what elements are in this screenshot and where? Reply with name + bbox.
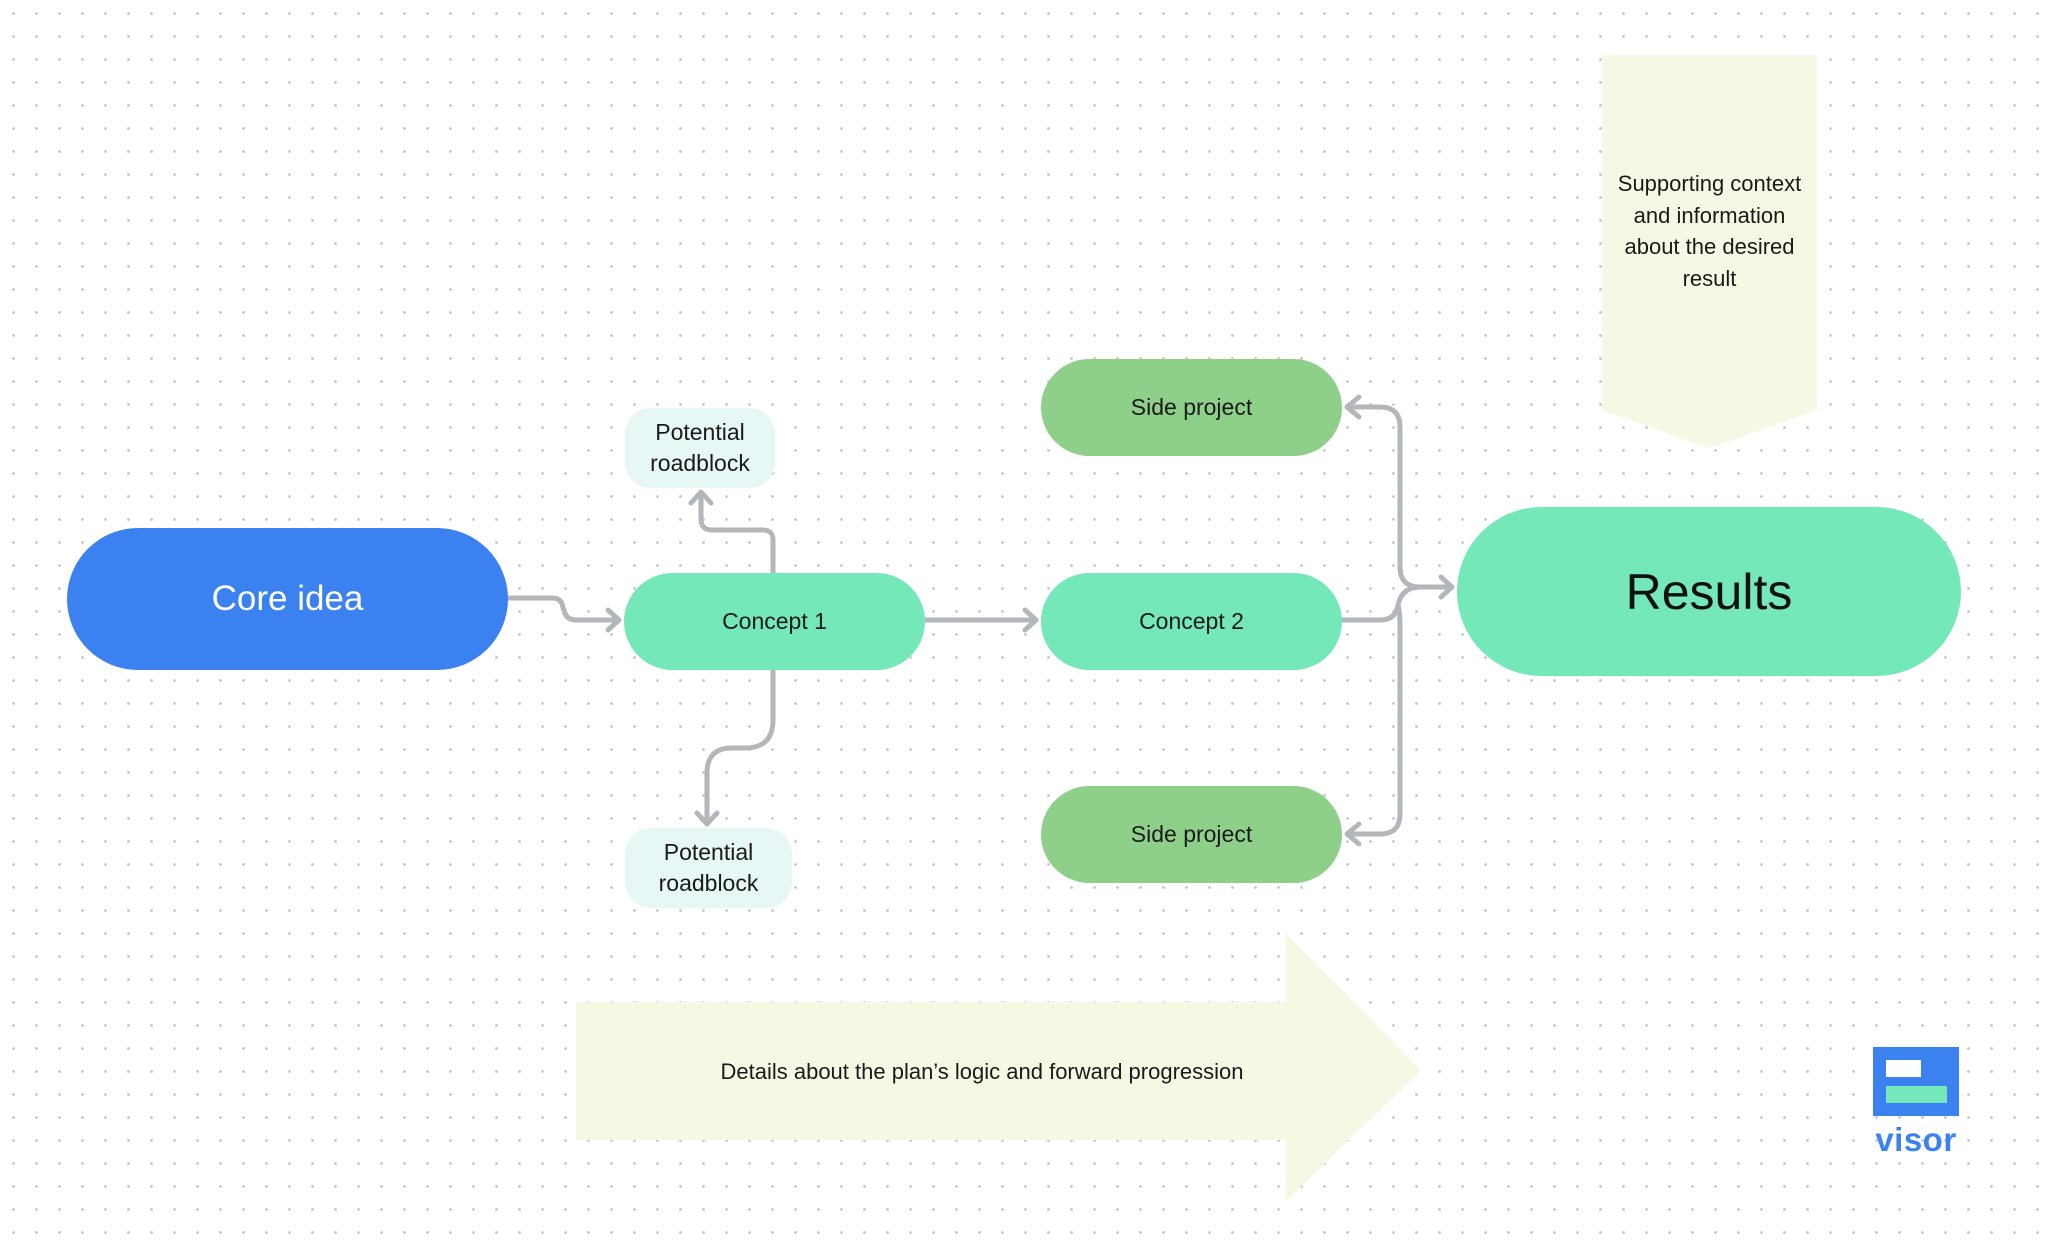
visor-logo-text: visor bbox=[1875, 1121, 1957, 1158]
roadblock-top-line1: Potential bbox=[655, 419, 745, 445]
context-banner-text[interactable]: Supporting context and information about… bbox=[1602, 168, 1817, 294]
context-line: Supporting context bbox=[1617, 171, 1802, 196]
roadblock-bottom-line2: roadblock bbox=[658, 870, 759, 896]
logo-bar-green bbox=[1886, 1086, 1947, 1103]
connector-concept1-to-roadblock-bottom bbox=[704, 667, 776, 826]
roadblock-bottom-line1: Potential bbox=[663, 839, 754, 865]
results-label: Results bbox=[1625, 563, 1793, 620]
visor-logo-icon bbox=[1873, 1047, 1959, 1116]
concept-1-label: Concept 1 bbox=[722, 608, 827, 634]
side-project-bottom-node[interactable]: Side project bbox=[1041, 786, 1342, 883]
concept-2-node[interactable]: Concept 2 bbox=[1041, 573, 1342, 670]
side-project-top-label: Side project bbox=[1130, 394, 1253, 420]
core-idea-node[interactable]: Core idea bbox=[67, 528, 508, 670]
progress-arrow-text[interactable]: Details about the plan’s logic and forwa… bbox=[576, 1052, 1388, 1092]
roadblock-bottom-node[interactable]: Potential roadblock bbox=[625, 828, 792, 908]
concept-2-label: Concept 2 bbox=[1139, 608, 1244, 634]
connector-to-side-project-top bbox=[1345, 404, 1423, 590]
side-project-top-node[interactable]: Side project bbox=[1041, 359, 1342, 456]
logo-bar-white bbox=[1886, 1060, 1921, 1077]
visor-logo[interactable]: visor bbox=[1873, 1047, 1959, 1158]
results-node[interactable]: Results bbox=[1457, 507, 1961, 676]
core-idea-label: Core idea bbox=[211, 579, 364, 618]
side-project-bottom-label: Side project bbox=[1130, 821, 1253, 847]
roadblock-top-node[interactable]: Potential roadblock bbox=[625, 408, 775, 488]
connector-core-to-concept1 bbox=[505, 595, 621, 623]
roadblock-top-line2: roadblock bbox=[650, 450, 750, 476]
concept-1-node[interactable]: Concept 1 bbox=[624, 573, 925, 670]
context-line: result bbox=[1682, 265, 1737, 291]
context-line: about the desired bbox=[1624, 234, 1795, 259]
connector-to-side-project-bottom bbox=[1345, 602, 1403, 837]
context-line: and information bbox=[1633, 202, 1786, 228]
